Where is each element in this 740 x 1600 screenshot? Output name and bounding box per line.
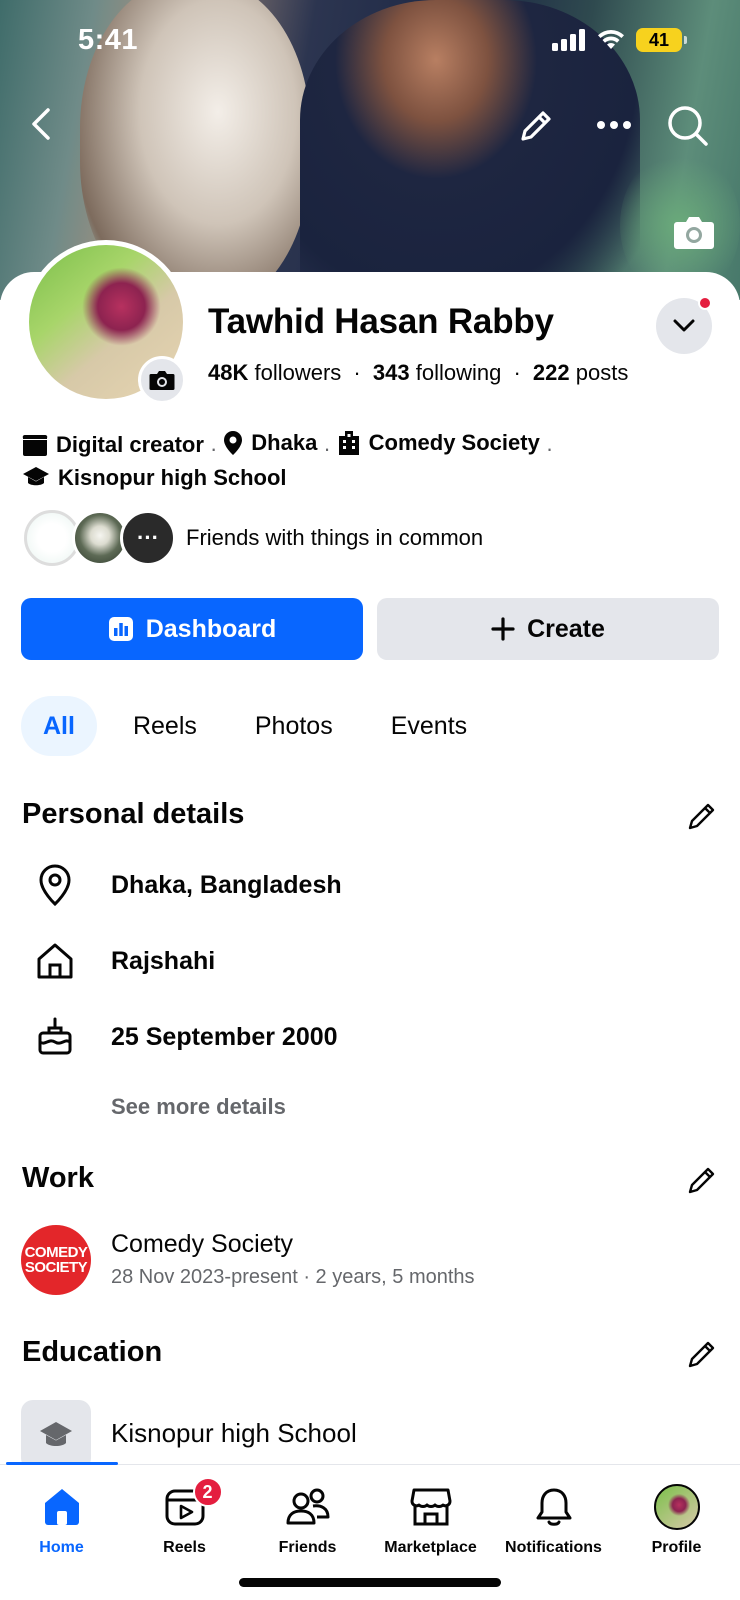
work-period: 28 Nov 2023-present · 2 years, 5 months (111, 1266, 475, 1288)
tab-events[interactable]: Events (369, 696, 489, 756)
intro-school: Kisnopur high School (58, 464, 287, 490)
nav-notifications-label: Notifications (505, 1539, 602, 1556)
detail-current-city[interactable]: Dhaka, Bangladesh (34, 864, 342, 906)
active-tab-indicator (6, 1462, 118, 1465)
nav-home[interactable]: Home (0, 1483, 123, 1557)
back-icon[interactable] (26, 104, 56, 144)
create-label: Create (527, 614, 605, 643)
nav-home-label: Home (39, 1539, 84, 1556)
edit-pencil-icon[interactable] (516, 106, 556, 146)
nav-profile[interactable]: Profile (615, 1483, 738, 1557)
dashboard-chart-icon (108, 617, 133, 641)
birthday-cake-icon (34, 1016, 76, 1058)
birthday-text: 25 September 2000 (111, 1022, 338, 1051)
plus-icon (491, 617, 515, 641)
nav-friends[interactable]: Friends (246, 1483, 369, 1557)
marketplace-storefront-icon (410, 1488, 451, 1526)
education-school[interactable]: Kisnopur high School (111, 1418, 357, 1449)
bell-icon (536, 1488, 571, 1526)
school-logo[interactable] (21, 1400, 91, 1470)
create-button[interactable]: Create (377, 598, 719, 660)
battery-indicator: 41 (636, 28, 687, 52)
tab-reels[interactable]: Reels (111, 696, 219, 756)
edit-education-icon[interactable] (684, 1336, 720, 1372)
followers-count: 48K (208, 360, 249, 385)
work-title: Work (22, 1162, 94, 1194)
clapperboard-icon (22, 434, 48, 456)
chevron-down-icon (673, 319, 695, 332)
graduation-cap-icon (40, 1422, 72, 1446)
nav-friends-label: Friends (278, 1539, 337, 1556)
intro-city: Dhaka (251, 430, 318, 455)
nav-marketplace-label: Marketplace (384, 1539, 477, 1556)
nav-notifications[interactable]: Notifications (492, 1483, 615, 1557)
reels-badge: 2 (192, 1477, 223, 1507)
tab-photos[interactable]: Photos (233, 696, 355, 756)
dashboard-label: Dashboard (145, 614, 277, 643)
hometown-text: Rajshahi (111, 946, 216, 975)
location-pin-icon (34, 864, 76, 906)
current-city-text: Dhaka, Bangladesh (111, 870, 342, 899)
more-friends-icon[interactable]: ··· (120, 510, 176, 566)
posts-count: 222 (532, 360, 570, 385)
mutual-friends-row[interactable]: ··· Friends with things in common (24, 510, 483, 566)
following-label: following (415, 360, 502, 385)
detail-hometown[interactable]: Rajshahi (34, 940, 215, 982)
profile-tabs: All Reels Photos Events (21, 696, 503, 756)
nav-marketplace[interactable]: Marketplace (369, 1483, 492, 1557)
more-options-icon[interactable] (594, 110, 634, 140)
following-count: 343 (372, 360, 410, 385)
followers-label: followers (254, 360, 342, 385)
work-company[interactable]: Comedy Society (111, 1230, 293, 1259)
avatar-camera-icon[interactable] (138, 356, 186, 404)
home-icon (34, 940, 76, 982)
edit-work-icon[interactable] (684, 1162, 720, 1198)
dashboard-button[interactable]: Dashboard (21, 598, 363, 660)
friends-icon (286, 1488, 329, 1525)
location-pin-icon (224, 430, 243, 455)
nav-reels-label: Reels (163, 1539, 206, 1556)
detail-birthday[interactable]: 25 September 2000 (34, 1016, 338, 1058)
nav-reels[interactable]: 2 Reels (123, 1477, 246, 1557)
wifi-icon (598, 29, 624, 49)
tab-all[interactable]: All (21, 696, 97, 756)
status-icons: 41 (552, 28, 687, 52)
comedy-society-logo[interactable]: COMEDY SOCIETY (21, 1225, 91, 1295)
intro-workplace: Comedy Society (368, 430, 540, 455)
profile-avatar-icon (653, 1484, 700, 1530)
edit-personal-details-icon[interactable] (684, 798, 720, 834)
nav-profile-label: Profile (651, 1539, 702, 1556)
status-time: 5:41 (78, 24, 139, 56)
intro-details: Digital creator · Dhaka · Comedy Society · Kis… (22, 428, 722, 495)
building-icon (338, 430, 359, 455)
home-indicator (239, 1578, 501, 1587)
search-icon[interactable] (666, 104, 710, 148)
personal-details-title: Personal details (22, 798, 245, 830)
cellular-signal-icon (552, 29, 585, 51)
profile-stats[interactable]: 48K followers · 343 following · 222 post… (208, 360, 628, 386)
graduation-cap-icon (23, 467, 49, 486)
notification-dot (698, 296, 712, 310)
friends-row-text: Friends with things in common (186, 525, 484, 550)
education-title: Education (22, 1336, 163, 1368)
intro-category: Digital creator (56, 432, 204, 457)
posts-label: posts (575, 360, 629, 385)
home-icon (44, 1489, 79, 1525)
see-more-details-link[interactable]: See more details (111, 1094, 286, 1120)
cover-camera-icon[interactable] (672, 212, 716, 252)
profile-name: Tawhid Hasan Rabby (208, 302, 554, 341)
